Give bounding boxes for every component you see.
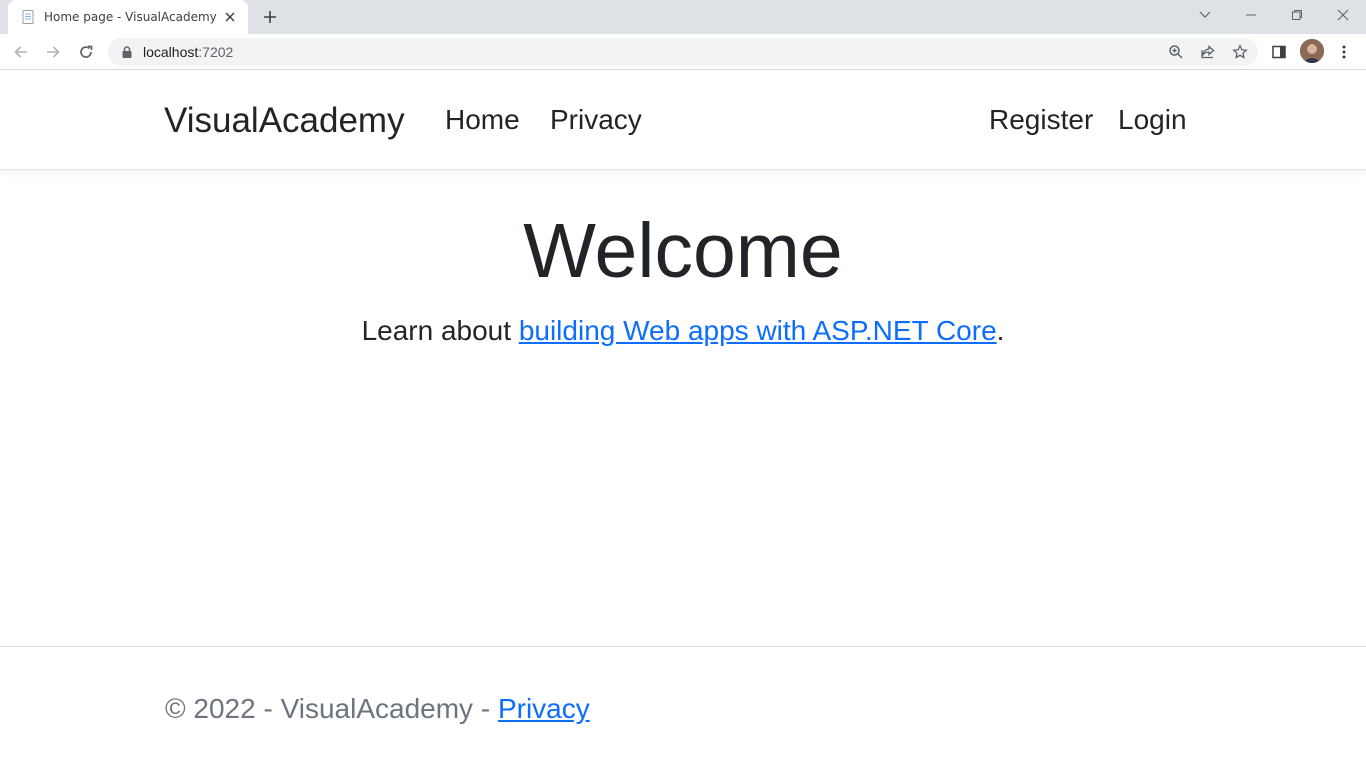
browser-toolbar: localhost:7202: [0, 34, 1366, 70]
restore-icon[interactable]: [1274, 0, 1320, 30]
browser-tab-strip: Home page - VisualAcademy: [0, 0, 1366, 34]
url-host: localhost: [143, 44, 199, 60]
brand-link[interactable]: VisualAcademy: [164, 101, 405, 141]
back-arrow-icon[interactable]: [9, 40, 33, 64]
side-panel-icon[interactable]: [1267, 40, 1291, 64]
nav-link-register[interactable]: Register: [989, 104, 1093, 136]
bookmark-star-icon[interactable]: [1228, 40, 1252, 64]
page-favicon-icon: [20, 9, 36, 25]
footer-copyright-text: © 2022 - VisualAcademy -: [165, 693, 498, 724]
url-text[interactable]: localhost:7202: [143, 44, 233, 60]
url-port: :7202: [198, 44, 234, 60]
address-bar[interactable]: localhost:7202: [108, 38, 1258, 66]
site-navbar: VisualAcademy Home Privacy Register Logi…: [0, 71, 1366, 170]
browser-menu-icon[interactable]: [1332, 40, 1356, 64]
lock-icon[interactable]: [120, 45, 134, 59]
lead-paragraph: Learn about building Web apps with ASP.N…: [0, 315, 1366, 347]
forward-arrow-icon[interactable]: [41, 40, 65, 64]
tab-title: Home page - VisualAcademy: [44, 10, 217, 24]
welcome-heading: Welcome: [523, 208, 843, 294]
nav-link-login[interactable]: Login: [1118, 104, 1187, 136]
aspnet-docs-link[interactable]: building Web apps with ASP.NET Core: [519, 315, 997, 346]
nav-link-privacy[interactable]: Privacy: [550, 104, 642, 136]
tab-search-chevron-icon[interactable]: [1182, 0, 1228, 30]
browser-tab[interactable]: Home page - VisualAcademy: [8, 0, 248, 34]
main-content: Welcome Learn about building Web apps wi…: [0, 172, 1366, 347]
nav-link-home[interactable]: Home: [445, 104, 520, 136]
reload-icon[interactable]: [74, 40, 98, 64]
footer-privacy-link[interactable]: Privacy: [498, 693, 590, 724]
lead-prefix: Learn about: [361, 315, 519, 346]
new-tab-icon[interactable]: [258, 6, 282, 28]
footer-copyright: © 2022 - VisualAcademy - Privacy: [165, 693, 590, 725]
close-tab-icon[interactable]: [222, 9, 238, 25]
minimize-icon[interactable]: [1228, 0, 1274, 30]
lead-suffix: .: [996, 315, 1005, 346]
share-icon[interactable]: [1196, 40, 1220, 64]
close-window-icon[interactable]: [1320, 0, 1366, 30]
profile-avatar-icon[interactable]: [1300, 39, 1324, 63]
zoom-icon[interactable]: [1164, 40, 1188, 64]
site-footer: © 2022 - VisualAcademy - Privacy: [0, 646, 1366, 768]
